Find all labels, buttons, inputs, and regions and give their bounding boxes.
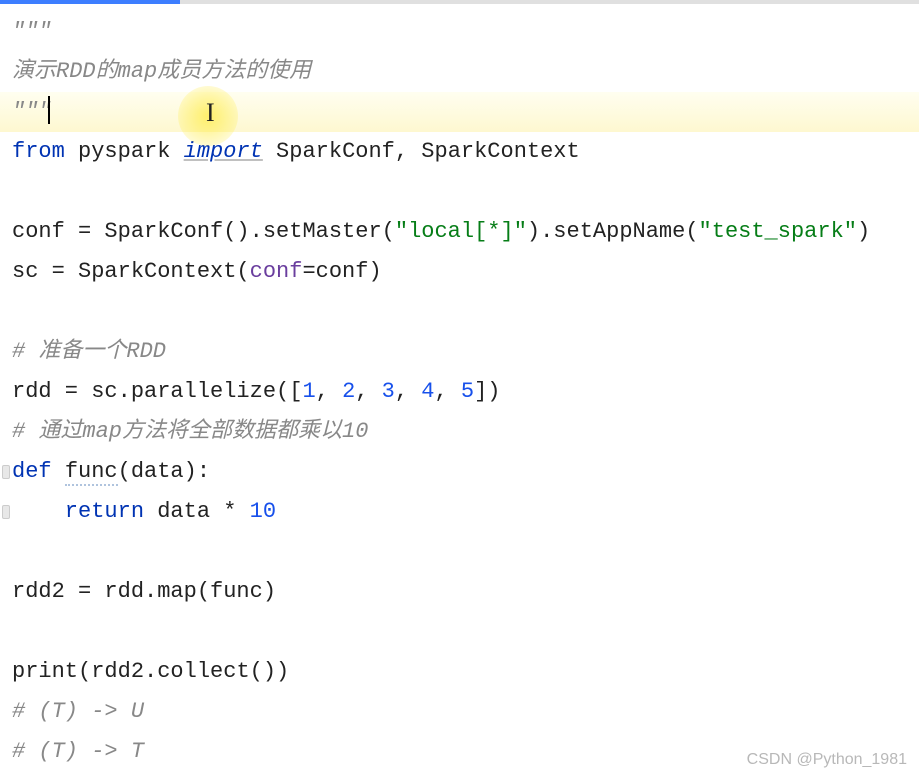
fold-marker-icon[interactable] [2, 465, 10, 479]
code-line[interactable]: 演示RDD的map成员方法的使用 [12, 52, 919, 92]
code-editor[interactable]: I """ 演示RDD的map成员方法的使用 """ from pyspark … [0, 0, 919, 777]
code-line-empty[interactable] [12, 292, 919, 332]
docstring-open: """ [12, 19, 52, 44]
code-line[interactable]: # 通过map方法将全部数据都乘以10 [12, 412, 919, 452]
code-line[interactable]: from pyspark import SparkConf, SparkCont… [12, 132, 919, 172]
code-line[interactable]: print(rdd2.collect()) [12, 652, 919, 692]
ibeam-cursor-icon: I [206, 98, 215, 128]
docstring-text: 演示RDD的map成员方法的使用 [12, 59, 311, 84]
code-line[interactable]: rdd2 = rdd.map(func) [12, 572, 919, 612]
comment-text: # 通过map方法将全部数据都乘以10 [12, 419, 368, 444]
code-line-empty[interactable] [12, 612, 919, 652]
text-caret [48, 96, 50, 124]
code-line[interactable]: # 准备一个RDD [12, 332, 919, 372]
code-line[interactable]: """ [12, 12, 919, 52]
code-line[interactable]: # (T) -> U [12, 692, 919, 732]
fold-marker-icon[interactable] [2, 505, 10, 519]
code-line-empty[interactable] [12, 532, 919, 572]
docstring-close: """ [12, 99, 52, 124]
comment-text: # 准备一个RDD [12, 339, 166, 364]
code-line[interactable]: rdd = sc.parallelize([1, 2, 3, 4, 5]) [12, 372, 919, 412]
watermark-text: CSDN @Python_1981 [747, 751, 907, 769]
code-line[interactable]: conf = SparkConf().setMaster("local[*]")… [12, 212, 919, 252]
code-line[interactable]: return data * 10 [12, 492, 919, 532]
code-line[interactable]: sc = SparkContext(conf=conf) [12, 252, 919, 292]
code-line-empty[interactable] [12, 172, 919, 212]
active-tab-indicator [0, 0, 180, 4]
comment-text: # (T) -> T [12, 739, 144, 764]
code-line-current[interactable]: """ [12, 92, 919, 132]
comment-text: # (T) -> U [12, 699, 144, 724]
code-line[interactable]: def func(data): [12, 452, 919, 492]
